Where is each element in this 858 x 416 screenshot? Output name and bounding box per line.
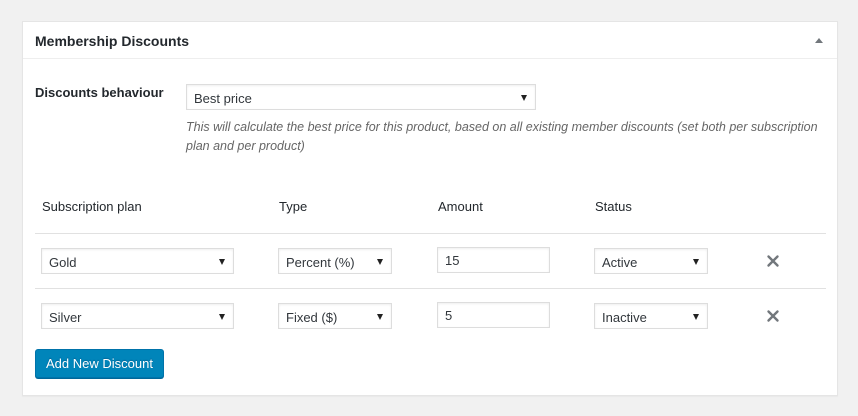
chevron-down-icon — [219, 259, 225, 265]
chevron-down-icon — [377, 314, 383, 320]
row-1-remove-button[interactable] — [765, 253, 781, 269]
row-2-status-select[interactable]: Inactive — [594, 303, 708, 329]
column-header-plan: Subscription plan — [42, 199, 142, 214]
add-new-discount-button[interactable]: Add New Discount — [35, 349, 164, 378]
column-header-status: Status — [595, 199, 632, 214]
row-1-plan-select[interactable]: Gold — [41, 248, 234, 274]
discounts-behaviour-select[interactable]: Best price — [186, 84, 536, 110]
close-icon — [767, 310, 779, 322]
row-1-status-value: Active — [602, 255, 638, 270]
row-1-status-select[interactable]: Active — [594, 248, 708, 274]
row-1-amount-input[interactable] — [437, 247, 550, 273]
chevron-down-icon — [693, 314, 699, 320]
chevron-down-icon — [219, 314, 225, 320]
row-1-plan-value: Gold — [49, 255, 77, 270]
panel-toggle-button[interactable] — [809, 30, 829, 50]
chevron-down-icon — [377, 259, 383, 265]
discounts-behaviour-value: Best price — [194, 91, 252, 106]
row-divider — [35, 288, 826, 289]
row-1-type-value: Percent (%) — [286, 255, 355, 270]
row-2-remove-button[interactable] — [765, 308, 781, 324]
column-header-type: Type — [279, 199, 308, 214]
panel-title: Membership Discounts — [35, 33, 190, 49]
chevron-down-icon — [693, 259, 699, 265]
triangle-up-icon — [815, 38, 823, 43]
row-2-plan-value: Silver — [49, 310, 82, 325]
discounts-behaviour-description: This will calculate the best price for t… — [186, 120, 818, 153]
row-divider — [35, 233, 826, 234]
close-icon — [767, 255, 779, 267]
row-2-type-value: Fixed ($) — [286, 310, 338, 325]
discounts-behaviour-label: Discounts behaviour — [35, 85, 164, 100]
chevron-down-icon — [521, 95, 527, 101]
row-2-status-value: Inactive — [602, 310, 647, 325]
column-header-amount: Amount — [438, 199, 483, 214]
panel-header: Membership Discounts — [23, 22, 837, 59]
row-2-type-select[interactable]: Fixed ($) — [278, 303, 392, 329]
row-2-amount-input[interactable] — [437, 302, 550, 328]
row-2-plan-select[interactable]: Silver — [41, 303, 234, 329]
membership-discounts-panel: Membership Discounts Discounts behaviour… — [22, 21, 838, 396]
row-1-type-select[interactable]: Percent (%) — [278, 248, 392, 274]
